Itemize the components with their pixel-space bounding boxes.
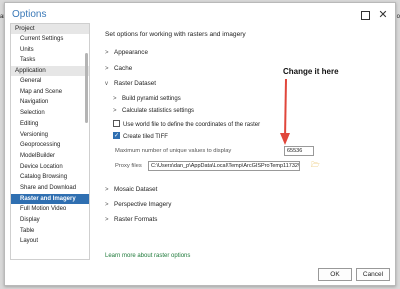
world-file-checkbox-row[interactable]: Use world file to define the coordinates…	[113, 120, 260, 128]
maximize-button[interactable]	[358, 8, 372, 22]
tiled-tiff-checkbox-row[interactable]: ✓ Create tiled TIFF	[113, 132, 168, 140]
chevron-right-icon: >	[105, 66, 109, 72]
page-heading: Set options for working with rasters and…	[105, 31, 246, 38]
section-raster-formats[interactable]: > Raster Formats	[105, 216, 157, 223]
cancel-button[interactable]: Cancel	[356, 268, 390, 281]
proxy-files-label: Proxy files	[115, 163, 142, 169]
options-content: Set options for working with rasters and…	[101, 23, 393, 260]
folder-icon[interactable]: 🗁	[311, 161, 320, 172]
annotation-arrow-shaft	[284, 78, 287, 140]
chevron-right-icon: >	[113, 96, 117, 102]
max-unique-values-input[interactable]: 65536	[284, 146, 314, 156]
sidebar-item-geoprocessing[interactable]: Geoprocessing	[11, 140, 89, 151]
background-text-right: o	[396, 14, 400, 20]
sidebar-item-units[interactable]: Units	[11, 45, 89, 56]
options-sidebar: Project Current Settings Units Tasks App…	[10, 23, 90, 260]
sidebar-item-share-and-download[interactable]: Share and Download	[11, 183, 89, 194]
sidebar-scrollbar-thumb[interactable]	[85, 53, 88, 123]
sidebar-item-tasks[interactable]: Tasks	[11, 55, 89, 66]
chevron-right-icon: >	[105, 187, 109, 193]
options-dialog: Options ✕ Project Current Settings Units…	[4, 2, 396, 286]
sidebar-item-full-motion-video[interactable]: Full Motion Video	[11, 204, 89, 215]
annotation-arrow-head	[280, 133, 290, 145]
section-cache[interactable]: > Cache	[105, 65, 132, 72]
sidebar-item-versioning[interactable]: Versioning	[11, 130, 89, 141]
sidebar-item-selection[interactable]: Selection	[11, 108, 89, 119]
annotation-arrow	[280, 78, 290, 145]
sidebar-group-application: Application	[11, 66, 89, 77]
ok-button[interactable]: OK	[318, 268, 352, 281]
learn-more-link[interactable]: Learn more about raster options	[105, 253, 190, 259]
annotation-text: Change it here	[283, 67, 339, 76]
sidebar-item-raster-and-imagery[interactable]: Raster and Imagery	[11, 193, 89, 205]
chevron-down-icon: v	[105, 81, 108, 87]
close-button[interactable]: ✕	[376, 8, 390, 22]
section-perspective-imagery[interactable]: > Perspective Imagery	[105, 201, 171, 208]
section-raster-dataset[interactable]: v Raster Dataset	[105, 80, 156, 87]
check-icon[interactable]: ✓	[113, 132, 120, 139]
world-file-checkbox[interactable]	[113, 120, 120, 127]
sidebar-item-navigation[interactable]: Navigation	[11, 97, 89, 108]
sidebar-item-editing[interactable]: Editing	[11, 119, 89, 130]
max-unique-values-label: Maximum number of unique values to displ…	[115, 148, 232, 154]
subsection-build-pyramid[interactable]: > Build pyramid settings	[113, 96, 181, 102]
sidebar-item-table[interactable]: Table	[11, 226, 89, 237]
chevron-right-icon: >	[105, 217, 109, 223]
sidebar-group-project: Project	[11, 24, 89, 34]
chevron-right-icon: >	[105, 50, 109, 56]
chevron-right-icon: >	[105, 202, 109, 208]
section-mosaic-dataset[interactable]: > Mosaic Dataset	[105, 186, 157, 193]
sidebar-item-layout[interactable]: Layout	[11, 236, 89, 247]
sidebar-item-map-and-scene[interactable]: Map and Scene	[11, 87, 89, 98]
sidebar-item-current-settings[interactable]: Current Settings	[11, 34, 89, 45]
subsection-calculate-statistics[interactable]: > Calculate statistics settings	[113, 108, 194, 114]
sidebar-item-modelbuilder[interactable]: ModelBuilder	[11, 151, 89, 162]
window-title: Options	[12, 9, 47, 20]
sidebar-item-general[interactable]: General	[11, 76, 89, 87]
chevron-right-icon: >	[113, 108, 117, 114]
sidebar-item-catalog-browsing[interactable]: Catalog Browsing	[11, 172, 89, 183]
sidebar-item-display[interactable]: Display	[11, 215, 89, 226]
sidebar-scrollbar[interactable]	[85, 25, 88, 245]
proxy-files-input[interactable]: C:\Users\dan_p\AppData\Local\Temp\ArcGIS…	[148, 161, 300, 171]
sidebar-item-device-location[interactable]: Device Location	[11, 162, 89, 173]
section-appearance[interactable]: > Appearance	[105, 49, 148, 56]
